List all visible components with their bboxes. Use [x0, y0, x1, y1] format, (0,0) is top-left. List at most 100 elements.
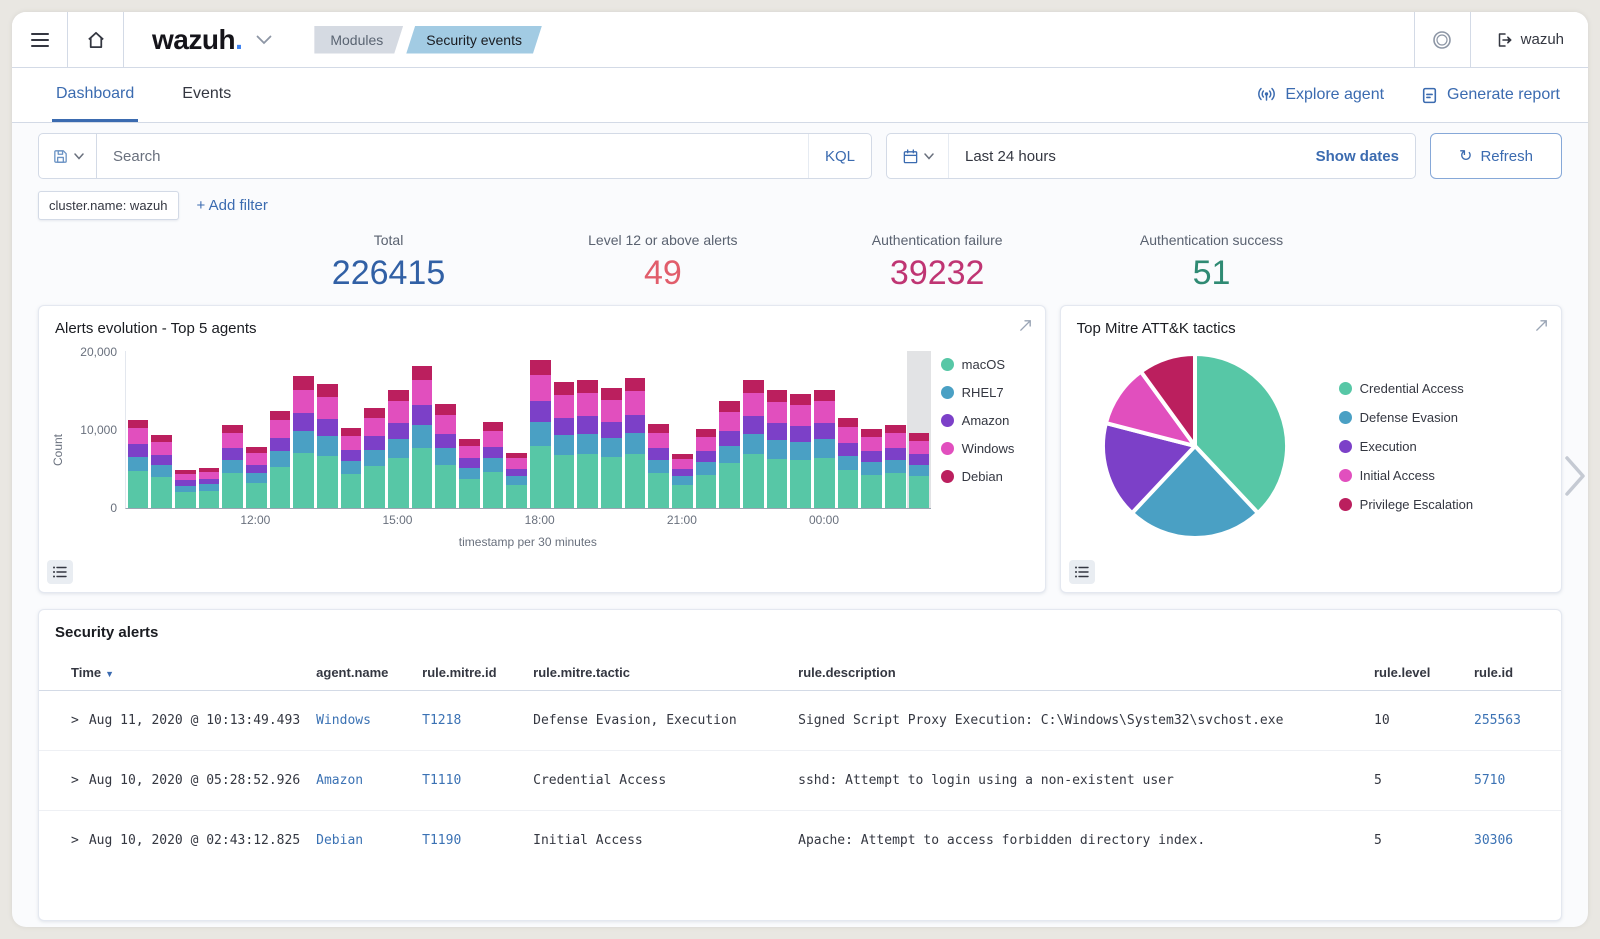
bar-column[interactable] [907, 351, 931, 508]
bar-segment-windows[interactable] [530, 375, 551, 402]
breadcrumb-modules[interactable]: Modules [314, 26, 403, 54]
bar-segment-windows[interactable] [435, 415, 456, 434]
bar-segment-amazon[interactable] [530, 401, 551, 422]
bar-segment-amazon[interactable] [814, 423, 835, 440]
bar-segment-amazon[interactable] [412, 405, 433, 425]
home-button[interactable] [68, 12, 124, 67]
bar-segment-rhel7[interactable] [577, 434, 598, 455]
bar-segment-rhel7[interactable] [696, 462, 717, 475]
bar-segment-amazon[interactable] [270, 438, 291, 451]
bar-segment-debian[interactable] [885, 425, 906, 433]
legend-item-windows[interactable]: Windows [941, 441, 1039, 456]
chevron-down-icon[interactable] [256, 35, 272, 45]
bar-column[interactable] [505, 351, 529, 508]
pie-chart[interactable] [1095, 343, 1295, 549]
bar-segment-rhel7[interactable] [483, 458, 504, 471]
expand-row-icon[interactable]: > [71, 833, 79, 848]
bar-segment-macos[interactable] [483, 472, 504, 508]
bar-segment-amazon[interactable] [222, 448, 243, 460]
bar-segment-windows[interactable] [199, 472, 220, 479]
bar-segment-windows[interactable] [767, 402, 788, 423]
bar-column[interactable] [126, 351, 150, 508]
bar-segment-windows[interactable] [861, 437, 882, 451]
bar-column[interactable] [434, 351, 458, 508]
generate-report-button[interactable]: Generate report [1420, 86, 1560, 105]
bar-segment-amazon[interactable] [625, 415, 646, 433]
bar-segment-amazon[interactable] [506, 469, 527, 477]
bar-column[interactable] [244, 351, 268, 508]
bar-segment-rhel7[interactable] [459, 468, 480, 479]
cell-rule-mitre-id[interactable]: T1110 [414, 751, 525, 811]
column-header-agent-name[interactable]: agent.name [308, 655, 414, 691]
bar-segment-debian[interactable] [577, 380, 598, 393]
bar-segment-windows[interactable] [364, 418, 385, 436]
bar-segment-rhel7[interactable] [814, 439, 835, 458]
bar-segment-amazon[interactable] [696, 451, 717, 462]
bar-segment-rhel7[interactable] [151, 465, 172, 477]
bar-segment-macos[interactable] [743, 454, 764, 508]
legend-item-rhel7[interactable]: RHEL7 [941, 385, 1039, 400]
stat-value[interactable]: 39232 [800, 254, 1074, 293]
bar-segment-windows[interactable] [506, 458, 527, 468]
legend-item-amazon[interactable]: Amazon [941, 413, 1039, 428]
bar-segment-windows[interactable] [719, 412, 740, 431]
bar-segment-debian[interactable] [435, 404, 456, 414]
bar-segment-windows[interactable] [648, 433, 669, 448]
bar-segment-debian[interactable] [719, 401, 740, 412]
refresh-button[interactable]: ↻ Refresh [1430, 133, 1562, 179]
bar-segment-windows[interactable] [577, 393, 598, 416]
bar-segment-debian[interactable] [554, 382, 575, 395]
bar-segment-amazon[interactable] [719, 431, 740, 446]
bar-column[interactable] [789, 351, 813, 508]
bar-segment-windows[interactable] [270, 420, 291, 437]
cell-rule-id[interactable]: 255563 [1466, 691, 1561, 751]
bar-column[interactable] [410, 351, 434, 508]
legend-item-initial-access[interactable]: Initial Access [1339, 468, 1473, 483]
bar-segment-rhel7[interactable] [128, 457, 149, 471]
bar-segment-amazon[interactable] [483, 447, 504, 459]
bar-segment-rhel7[interactable] [412, 425, 433, 448]
tab-events[interactable]: Events [178, 68, 235, 122]
legend-item-defense-evasion[interactable]: Defense Evasion [1339, 410, 1473, 425]
column-header-rule-level[interactable]: rule.level [1366, 655, 1466, 691]
bar-column[interactable] [315, 351, 339, 508]
bar-segment-rhel7[interactable] [293, 431, 314, 452]
bar-segment-debian[interactable] [909, 433, 930, 441]
bar-segment-windows[interactable] [601, 400, 622, 422]
bar-column[interactable] [623, 351, 647, 508]
bar-segment-debian[interactable] [222, 425, 243, 433]
wazuh-logo[interactable]: wazuh. [152, 24, 242, 56]
bar-segment-windows[interactable] [814, 401, 835, 422]
bar-segment-amazon[interactable] [246, 465, 267, 474]
column-header-time[interactable]: Time▼ [39, 655, 308, 691]
bar-column[interactable] [292, 351, 316, 508]
cell-rule-mitre-id[interactable]: T1218 [414, 691, 525, 751]
bar-segment-rhel7[interactable] [270, 451, 291, 467]
bar-segment-macos[interactable] [838, 470, 859, 508]
bar-segment-macos[interactable] [648, 473, 669, 508]
bar-segment-windows[interactable] [459, 446, 480, 459]
bar-segment-debian[interactable] [838, 418, 859, 427]
bar-segment-macos[interactable] [270, 467, 291, 508]
bar-segment-macos[interactable] [719, 463, 740, 508]
panel-inspect-button[interactable] [47, 560, 73, 584]
bar-segment-rhel7[interactable] [364, 450, 385, 466]
bar-segment-rhel7[interactable] [838, 456, 859, 470]
panel-inspect-button[interactable] [1069, 560, 1095, 584]
bar-segment-rhel7[interactable] [554, 435, 575, 455]
bar-column[interactable] [670, 351, 694, 508]
column-header-rule-id[interactable]: rule.id [1466, 655, 1561, 691]
bar-segment-macos[interactable] [861, 475, 882, 508]
bar-segment-macos[interactable] [625, 454, 646, 509]
stat-value[interactable]: 226415 [251, 254, 525, 293]
bar-segment-amazon[interactable] [767, 423, 788, 440]
filter-pill-cluster-name[interactable]: cluster.name: wazuh [38, 191, 179, 220]
date-quick-select-button[interactable] [887, 134, 949, 178]
bar-column[interactable] [694, 351, 718, 508]
bar-segment-windows[interactable] [246, 453, 267, 464]
bar-column[interactable] [860, 351, 884, 508]
bar-segment-debian[interactable] [767, 390, 788, 402]
bar-segment-macos[interactable] [909, 476, 930, 508]
bar-segment-debian[interactable] [696, 429, 717, 437]
bar-segment-debian[interactable] [483, 422, 504, 431]
